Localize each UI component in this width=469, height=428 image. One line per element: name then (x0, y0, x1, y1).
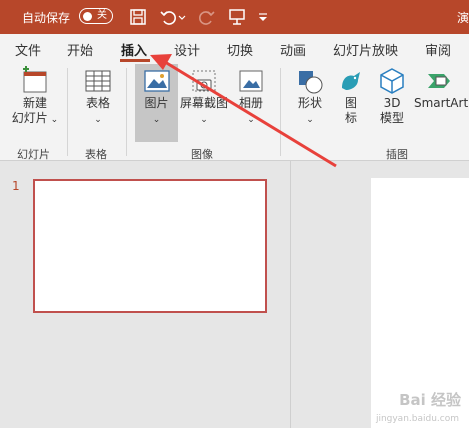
annotation-arrow (150, 54, 337, 168)
watermark-logo: Bai 经验 (399, 391, 461, 409)
watermark-url: jingyan.baidu.com (375, 414, 459, 424)
